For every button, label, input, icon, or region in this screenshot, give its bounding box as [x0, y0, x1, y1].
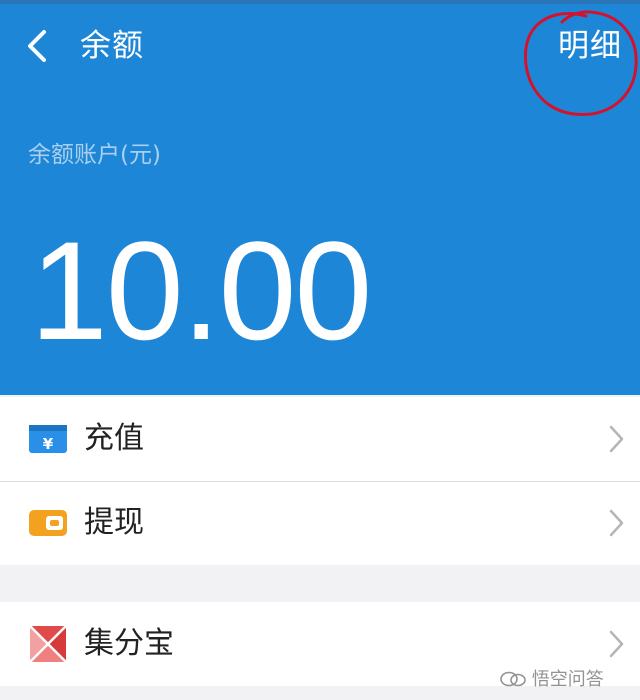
jifenbao-icon	[29, 625, 67, 663]
menu-item-label: 充值	[84, 421, 144, 456]
menu-item-withdraw[interactable]: 提现	[0, 481, 640, 565]
chevron-right-icon	[609, 630, 624, 658]
recharge-yen-icon: ¥	[29, 425, 67, 453]
back-button[interactable]	[22, 26, 58, 66]
chevron-right-icon	[609, 509, 624, 537]
svg-text:¥: ¥	[43, 435, 54, 453]
wallet-withdraw-icon	[29, 510, 67, 536]
app-screen: 余额 明细 余额账户(元) 10.00 ¥ 充值 提现 集分宝 悟空问答	[0, 0, 640, 700]
balance-amount: 10.00	[30, 212, 372, 369]
menu-item-jifenbao[interactable]: 集分宝	[0, 602, 640, 686]
menu-group-funds: ¥ 充值 提现	[0, 397, 640, 565]
menu-item-label: 集分宝	[84, 626, 174, 661]
status-bar-edge	[0, 0, 640, 4]
detail-link[interactable]: 明细	[558, 24, 622, 68]
chevron-right-icon	[609, 425, 624, 453]
balance-header: 余额 明细 余额账户(元) 10.00	[0, 0, 640, 395]
menu-item-label: 提现	[84, 505, 144, 540]
page-title: 余额	[80, 28, 144, 64]
menu-group-points: 集分宝	[0, 602, 640, 686]
back-arrow-icon	[28, 30, 46, 62]
menu-item-recharge[interactable]: ¥ 充值	[0, 397, 640, 481]
account-label: 余额账户(元)	[28, 142, 161, 168]
